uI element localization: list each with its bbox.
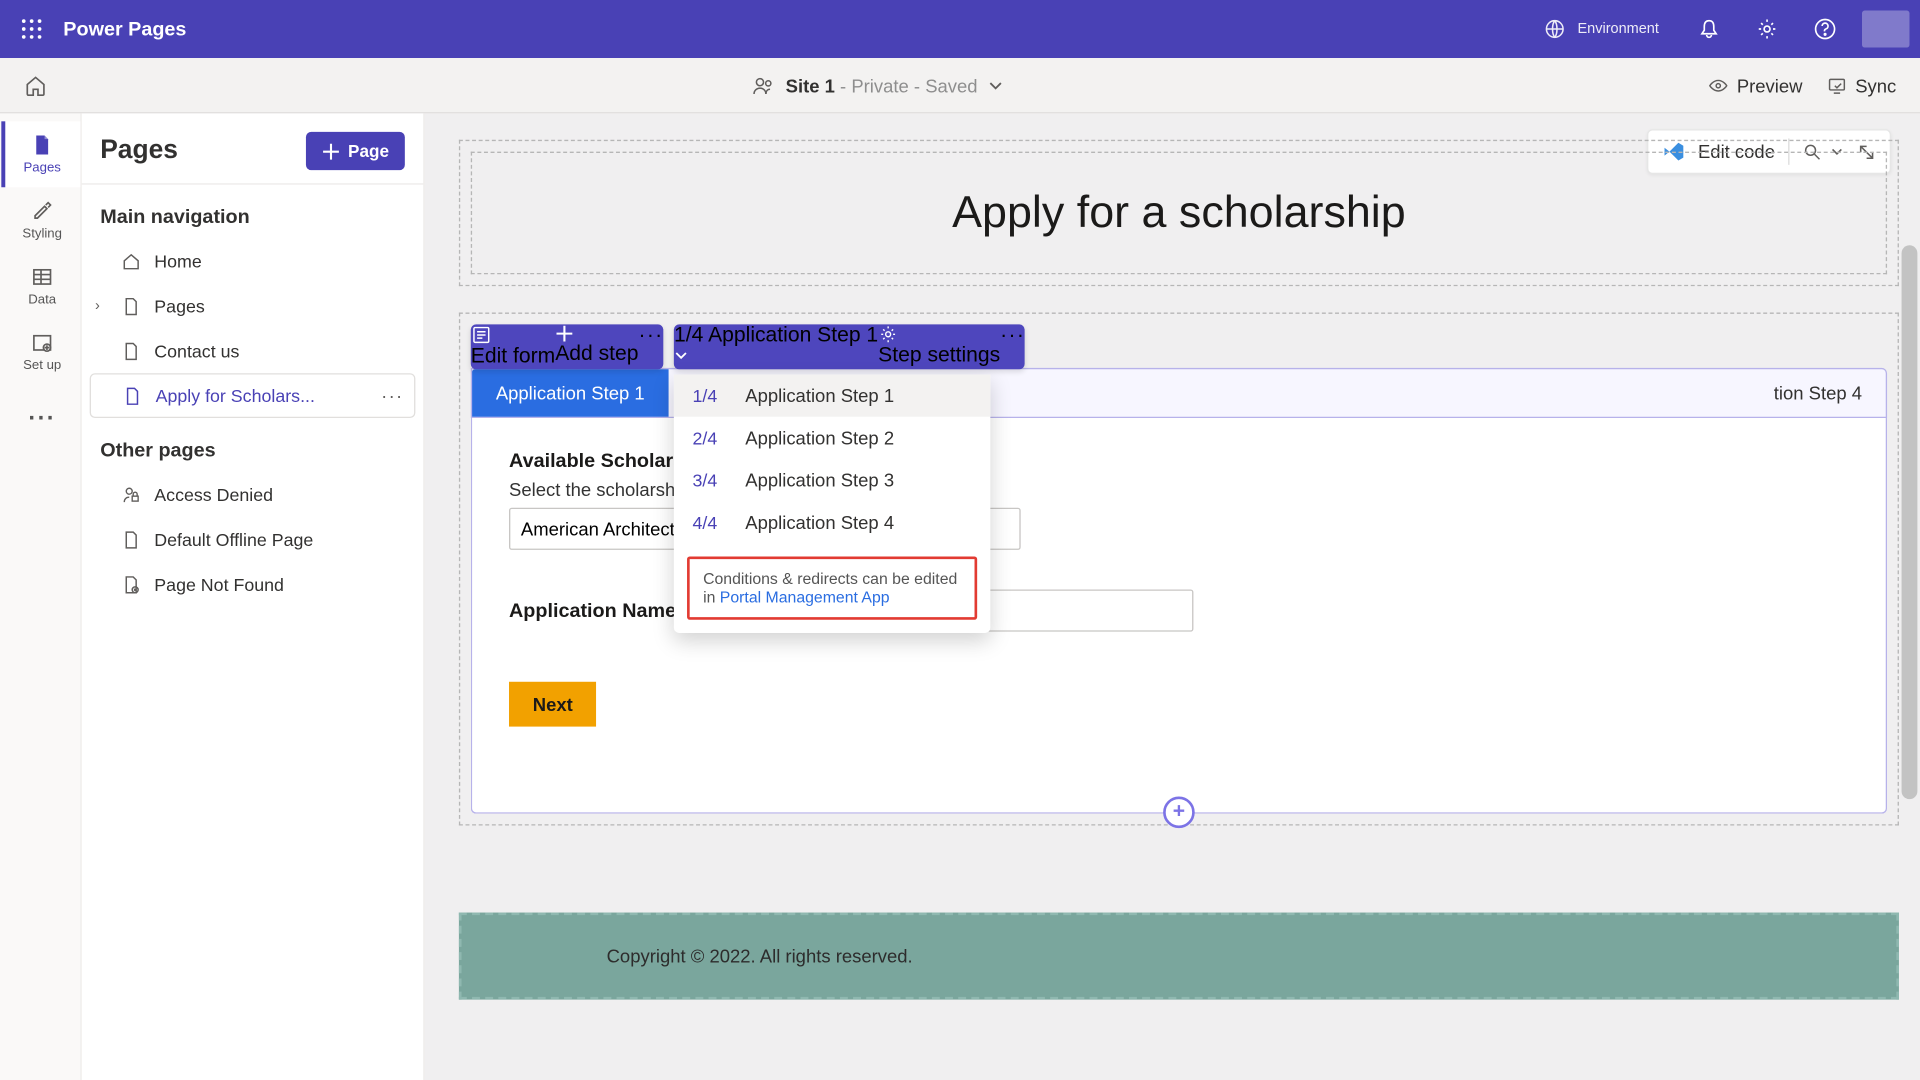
form-toolbar-group1: Edit form Add step ··· [471,324,664,369]
table-icon [30,265,54,289]
add-section-button[interactable]: + [1163,796,1195,828]
people-icon [751,73,775,97]
step-option-1[interactable]: 1/4Application Step 1 [674,375,990,417]
eye-icon [1708,75,1729,96]
panel-title: Pages [100,136,178,166]
plus-icon [322,142,340,160]
sync-button[interactable]: Sync [1826,75,1896,96]
nav-item-contact[interactable]: Contact us [90,328,416,373]
site-status: - Private - Saved [835,75,978,96]
person-lock-icon [121,485,141,505]
add-page-button[interactable]: Page [306,132,405,170]
form-toolbar-group2: 1/4 Application Step 1 Step settings ··· [674,324,1025,369]
nav-item-access[interactable]: Access Denied [90,472,416,517]
environment-label: Environment [1577,21,1658,37]
nav-item-apply[interactable]: Apply for Scholars... ··· [90,373,416,418]
step-dropdown: 1/4Application Step 1 2/4Application Ste… [674,375,990,633]
gear-icon [1755,17,1779,41]
step-option-2[interactable]: 2/4Application Step 2 [674,417,990,459]
step-more-button[interactable]: ··· [1000,324,1025,369]
environment-icon [1543,17,1567,41]
rail-styling[interactable]: Styling [1,187,80,253]
page-footer[interactable]: Copyright © 2022. All rights reserved. [459,913,1899,1000]
sync-icon [1826,75,1847,96]
tab-step-4[interactable]: tion Step 4 [1750,369,1886,416]
chevron-right-icon[interactable]: › [95,298,100,314]
brush-icon [30,199,54,223]
tab-step-1[interactable]: Application Step 1 [472,369,668,416]
home-icon [121,251,141,271]
gear-icon [878,324,898,344]
nav-item-notfound[interactable]: Page Not Found [90,562,416,607]
chevron-down-icon [988,77,1004,93]
app-launcher-button[interactable] [11,8,53,50]
file-icon [121,529,141,549]
step-option-3[interactable]: 3/4Application Step 3 [674,459,990,501]
add-step-button[interactable]: Add step [555,324,638,369]
bell-icon [1697,17,1721,41]
multistep-form-section[interactable]: Edit form Add step ··· [459,313,1899,826]
nav-item-pages[interactable]: › Pages [90,284,416,329]
waffle-icon [21,18,42,39]
file-icon [121,296,141,316]
notifications-button[interactable] [1680,0,1738,58]
help-icon [1813,17,1837,41]
help-button[interactable] [1796,0,1854,58]
context-bar: Site 1 - Private - Saved Preview Sync [0,58,1920,113]
file-icon [123,386,143,406]
setup-icon [30,331,54,355]
more-icon: ··· [638,324,663,346]
home-button[interactable] [24,73,48,97]
rail-pages[interactable]: Pages [1,121,80,187]
dropdown-note: Conditions & redirects can be edited in … [687,556,977,619]
form-more-button[interactable]: ··· [638,324,663,369]
page-title: Apply for a scholarship [498,187,1859,238]
main-nav-heading: Main navigation [82,185,424,239]
plus-icon [555,324,573,342]
rail-data[interactable]: Data [1,253,80,319]
step-settings-button[interactable]: Step settings [878,324,1000,369]
file-icon [30,133,54,157]
nav-item-home[interactable]: Home [90,239,416,284]
design-canvas: Edit code Apply for a scholarship [425,113,1920,1080]
next-button[interactable]: Next [509,682,597,727]
form-icon [471,324,492,345]
site-switcher[interactable]: Site 1 - Private - Saved [47,73,1707,97]
other-pages-heading: Other pages [82,418,424,472]
step-selector-button[interactable]: 1/4 Application Step 1 [674,324,878,369]
home-icon [24,73,48,97]
item-more-button[interactable]: ··· [381,385,403,406]
copyright-text: Copyright © 2022. All rights reserved. [607,946,913,967]
file-icon [121,341,141,361]
hero-section[interactable]: Apply for a scholarship [459,140,1899,286]
user-avatar[interactable] [1862,11,1909,48]
rail-setup[interactable]: Set up [1,319,80,385]
brand-label: Power Pages [63,18,186,40]
portal-mgmt-link[interactable]: Portal Management App [720,588,890,606]
nav-item-offline[interactable]: Default Offline Page [90,517,416,562]
appname-label: Application Name [509,600,676,622]
file-error-icon [121,574,141,594]
sync-label: Sync [1855,75,1896,96]
settings-button[interactable] [1738,0,1796,58]
rail-more[interactable]: ··· [1,385,80,451]
site-name: Site 1 [786,75,835,96]
edit-form-button[interactable]: Edit form [471,324,555,369]
step-option-4[interactable]: 4/4Application Step 4 [674,501,990,543]
more-icon: ··· [1000,324,1025,346]
preview-label: Preview [1737,75,1803,96]
environment-picker[interactable]: Environment [1543,17,1659,41]
chevron-down-icon [674,348,689,363]
preview-button[interactable]: Preview [1708,75,1803,96]
top-bar: Power Pages Environment [0,0,1920,58]
pages-panel: Pages Page Main navigation Home › Pages … [82,113,425,1080]
left-rail: Pages Styling Data Set up ··· [0,113,82,1080]
